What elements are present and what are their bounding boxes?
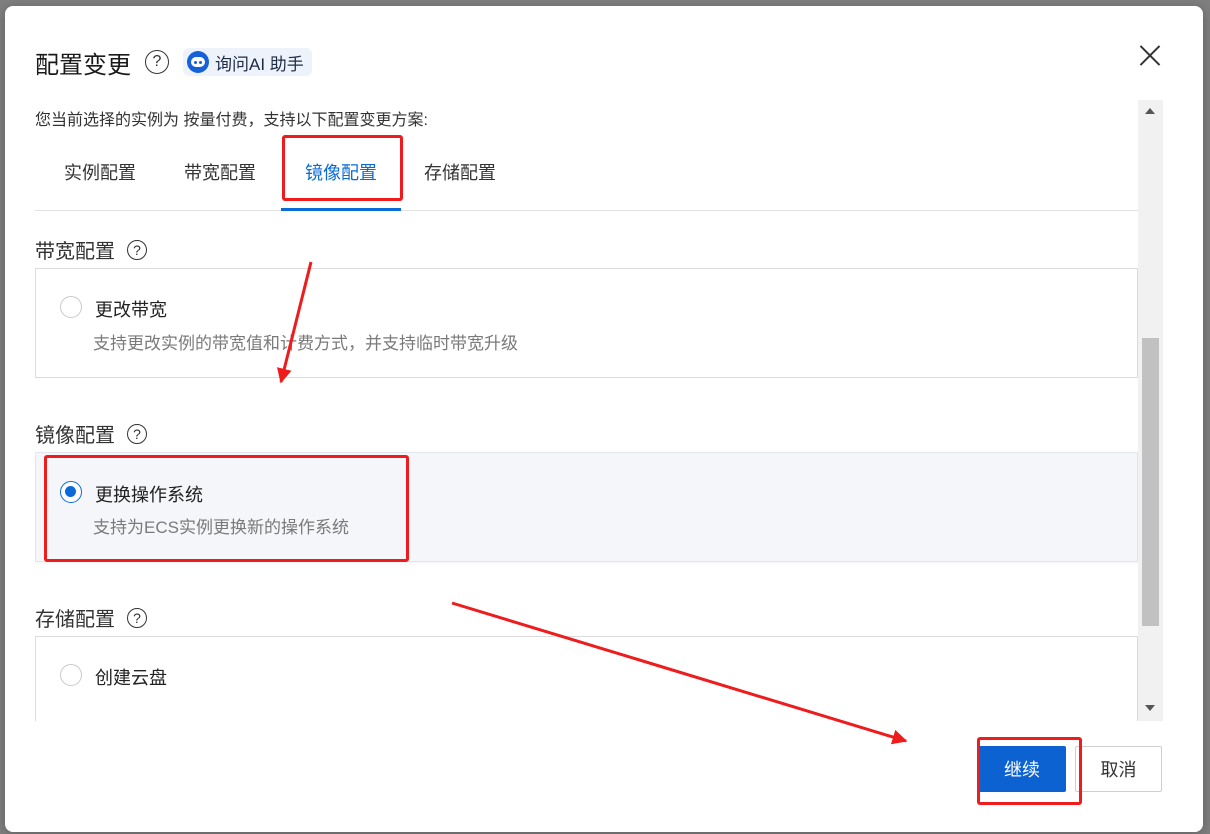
annotation-arrows bbox=[276, 261, 908, 745]
arrow-to-bandwidth bbox=[276, 261, 313, 384]
arrow-to-continue bbox=[451, 601, 908, 745]
